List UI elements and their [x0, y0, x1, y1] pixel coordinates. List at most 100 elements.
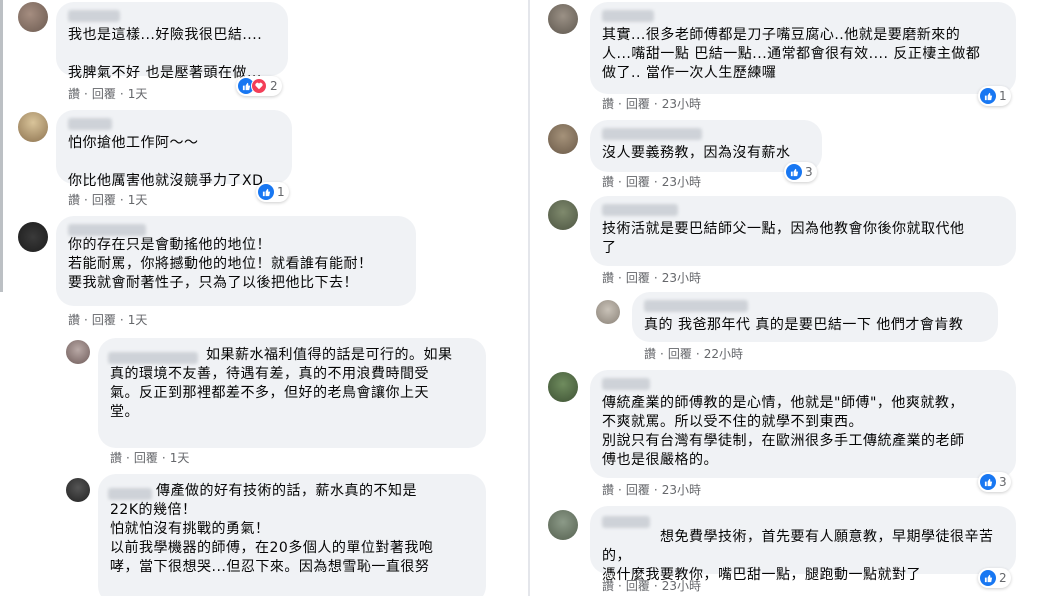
timestamp[interactable]: 1天: [170, 451, 190, 465]
comment-text: 真的 我爸那年代 真的是要巴結一下 他們才會肯教: [644, 317, 964, 333]
comment-text: 我也是這樣...好險我很巴結.... 我脾氣不好 也是壓著頭在做...: [68, 27, 263, 81]
avatar[interactable]: [548, 200, 578, 230]
author-name-blurred[interactable]: [602, 10, 654, 22]
reaction-count: 2: [270, 79, 278, 93]
reaction-summary[interactable]: 1: [256, 182, 289, 202]
comment-actions: 讚 · 回覆 · 23小時: [602, 174, 705, 190]
like-link[interactable]: 讚: [68, 87, 80, 101]
separator: ·: [653, 175, 658, 189]
avatar[interactable]: [18, 112, 48, 142]
comment-bubble: 技術活就是要巴結師父一點，因為他教會你後你就取代他 了: [590, 196, 1016, 266]
reaction-count: 2: [999, 571, 1007, 585]
left-comment-column: 我也是這樣...好險我很巴結.... 我脾氣不好 也是壓著頭在做... 2 讚 ·…: [0, 0, 522, 596]
reply-link[interactable]: 回覆: [626, 579, 650, 593]
avatar[interactable]: [548, 372, 578, 402]
reaction-summary[interactable]: 3: [784, 162, 817, 182]
avatar[interactable]: [596, 300, 620, 324]
comment-actions: 讚 · 回覆 · 1天: [68, 192, 151, 208]
comment-text: 怕你搶他工作阿～～ 你比他厲害他就沒競爭力了XD: [68, 135, 264, 189]
reply-link[interactable]: 回覆: [626, 271, 650, 285]
author-name-blurred[interactable]: [68, 118, 112, 130]
like-link[interactable]: 讚: [602, 175, 614, 189]
timestamp[interactable]: 23小時: [662, 97, 701, 111]
author-name-blurred[interactable]: [602, 204, 678, 216]
like-icon: [786, 164, 802, 180]
reply-link[interactable]: 回覆: [626, 175, 650, 189]
author-name-blurred[interactable]: [68, 224, 146, 236]
avatar[interactable]: [18, 2, 48, 32]
separator: ·: [653, 579, 658, 593]
comment-actions: 讚 · 回覆 · 1天: [68, 86, 151, 102]
like-link[interactable]: 讚: [602, 483, 614, 497]
comment-text: 你的存在只是會動搖他的地位！ 若能耐罵，你將撼動他的地位！就看誰有能耐！ 要我就…: [68, 237, 373, 291]
like-link[interactable]: 讚: [110, 451, 122, 465]
reaction-summary[interactable]: 2: [978, 568, 1011, 588]
reply-link[interactable]: 回覆: [668, 347, 692, 361]
reaction-count: 1: [999, 89, 1007, 103]
author-name-blurred[interactable]: [602, 128, 702, 140]
comment-bubble: 想免費學技術，首先要有人願意教，早期學徒很辛苦的， 憑什麼我要教你，嘴巴甜一點，…: [590, 506, 1016, 583]
separator: ·: [84, 313, 88, 327]
column-divider: [528, 0, 530, 596]
comment-actions: 讚 · 回覆 · 1天: [110, 450, 193, 466]
timestamp[interactable]: 22小時: [704, 347, 743, 361]
comment-text: 其實...很多老師傅都是刀子嘴豆腐心..他就是要磨新來的 人...嘴甜一點 巴結…: [602, 27, 981, 81]
like-link[interactable]: 讚: [68, 193, 80, 207]
comment-actions: 讚 · 回覆 · 22小時: [644, 346, 747, 362]
reaction-summary[interactable]: 3: [978, 472, 1011, 492]
separator: ·: [660, 347, 664, 361]
timestamp[interactable]: 1天: [128, 193, 148, 207]
timestamp[interactable]: 23小時: [662, 271, 701, 285]
avatar[interactable]: [18, 222, 48, 252]
like-icon: [258, 184, 274, 200]
comment-bubble: 如果薪水福利值得的話是可行的。如果 真的環境不友善，待遇有差，真的不用浪費時間受…: [98, 338, 486, 448]
reply-link[interactable]: 回覆: [626, 483, 650, 497]
separator: ·: [653, 271, 658, 285]
avatar[interactable]: [66, 340, 90, 364]
like-link[interactable]: 讚: [602, 97, 614, 111]
timestamp[interactable]: 1天: [128, 313, 148, 327]
comment-text: 想免費學技術，首先要有人願意教，早期學徒很辛苦的， 憑什麼我要教你，嘴巴甜一點，…: [602, 529, 994, 583]
reply-link[interactable]: 回覆: [134, 451, 158, 465]
author-name-blurred[interactable]: [108, 352, 198, 364]
like-icon: [980, 88, 996, 104]
separator: ·: [119, 313, 124, 327]
reply-link[interactable]: 回覆: [626, 97, 650, 111]
separator: ·: [119, 193, 124, 207]
reaction-summary[interactable]: 2: [236, 76, 282, 96]
scroll-indicator[interactable]: [0, 0, 3, 292]
comment-text: 沒人要義務教，因為沒有薪水: [602, 145, 791, 161]
author-name-blurred[interactable]: [108, 488, 152, 500]
comment-text: 技術活就是要巴結師父一點，因為他教會你後你就取代他 了: [602, 221, 965, 256]
reaction-count: 3: [999, 475, 1007, 489]
separator: ·: [84, 87, 88, 101]
reaction-summary[interactable]: 1: [978, 86, 1011, 106]
author-name-blurred[interactable]: [644, 300, 748, 312]
timestamp[interactable]: 1天: [128, 87, 148, 101]
separator: ·: [618, 175, 622, 189]
avatar[interactable]: [66, 478, 90, 502]
author-name-blurred[interactable]: [68, 10, 120, 22]
comment-text: 傳統產業的師傅教的是心情，他就是"師傅"，他爽就教， 不爽就罵。所以受不住的就學…: [602, 395, 965, 468]
reply-link[interactable]: 回覆: [92, 193, 116, 207]
author-name-blurred[interactable]: [602, 516, 650, 528]
avatar[interactable]: [548, 124, 578, 154]
timestamp[interactable]: 23小時: [662, 579, 701, 593]
like-link[interactable]: 讚: [602, 579, 614, 593]
separator: ·: [653, 97, 658, 111]
avatar[interactable]: [548, 4, 578, 34]
timestamp[interactable]: 23小時: [662, 175, 701, 189]
comment-bubble: 我也是這樣...好險我很巴結.... 我脾氣不好 也是壓著頭在做...: [56, 2, 288, 81]
like-link[interactable]: 讚: [644, 347, 656, 361]
separator: ·: [126, 451, 130, 465]
comment-actions: 讚 · 回覆 · 1天: [68, 312, 151, 328]
timestamp[interactable]: 23小時: [662, 483, 701, 497]
reply-link[interactable]: 回覆: [92, 87, 116, 101]
comment-actions: 讚 · 回覆 · 23小時: [602, 578, 705, 594]
separator: ·: [618, 483, 622, 497]
author-name-blurred[interactable]: [602, 378, 650, 390]
like-link[interactable]: 讚: [602, 271, 614, 285]
reply-link[interactable]: 回覆: [92, 313, 116, 327]
like-link[interactable]: 讚: [68, 313, 80, 327]
avatar[interactable]: [548, 510, 578, 540]
